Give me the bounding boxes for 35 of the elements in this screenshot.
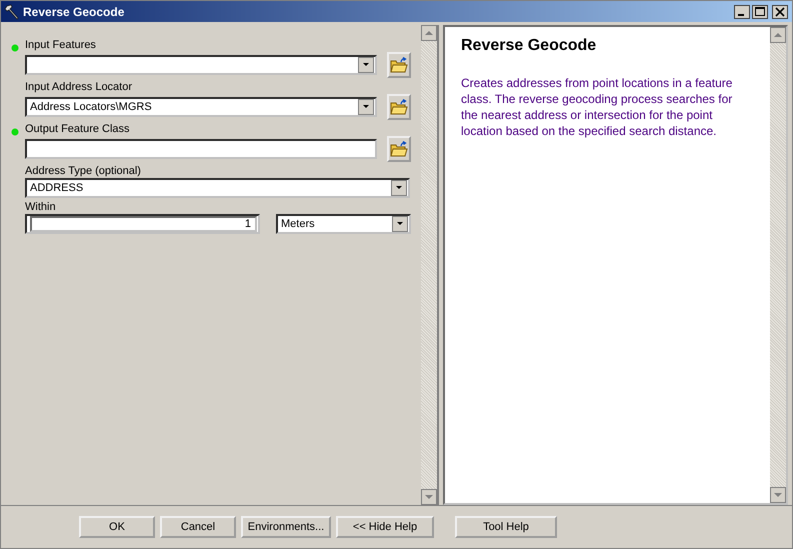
parameter-label: Within [25,201,56,213]
distance-field[interactable]: 1 [25,214,260,234]
scroll-down-icon[interactable] [770,487,786,503]
dropdown-field[interactable]: ADDRESS [25,178,410,198]
parameter-label: Output Feature Class [25,123,130,135]
parameter-label: Input Features [25,39,96,51]
dialog-button[interactable]: Environments... [241,516,331,538]
dialog-button[interactable]: Cancel [160,516,236,538]
input-field[interactable] [25,139,377,159]
scroll-bar[interactable] [421,25,437,505]
unit-dropdown[interactable]: Meters [276,214,411,234]
tool-help-button[interactable]: Tool Help [455,516,557,538]
combo-box[interactable] [25,55,377,75]
minimize-icon[interactable] [734,4,750,18]
browse-button[interactable] [387,136,411,162]
scroll-bar[interactable] [770,27,786,503]
combo-box[interactable]: Address Locators\MGRS [25,97,377,117]
maximize-icon[interactable] [752,4,768,18]
parameter-label: Input Address Locator [25,81,132,93]
help-title: Reverse Geocode [461,37,598,55]
window-title: Reverse Geocode [23,4,126,18]
dialog-button[interactable]: OK [79,516,155,538]
browse-button[interactable] [387,94,411,120]
browse-button[interactable] [387,52,411,78]
scroll-up-icon[interactable] [421,25,437,41]
help-description: Creates addresses from point locations in a feature class. The reverse geocoding process searches for the nearest address or intersection for the point location based on the specified search distance. [461,75,734,139]
folder-icon [390,57,408,73]
folder-icon [390,99,408,115]
hammer-icon [4,4,20,20]
close-icon[interactable] [772,4,788,18]
scroll-up-icon[interactable] [770,27,786,43]
folder-icon [390,141,408,157]
dialog-button[interactable]: << Hide Help [336,516,434,538]
scroll-down-icon[interactable] [421,489,437,505]
parameter-label: Address Type (optional) [25,165,141,177]
